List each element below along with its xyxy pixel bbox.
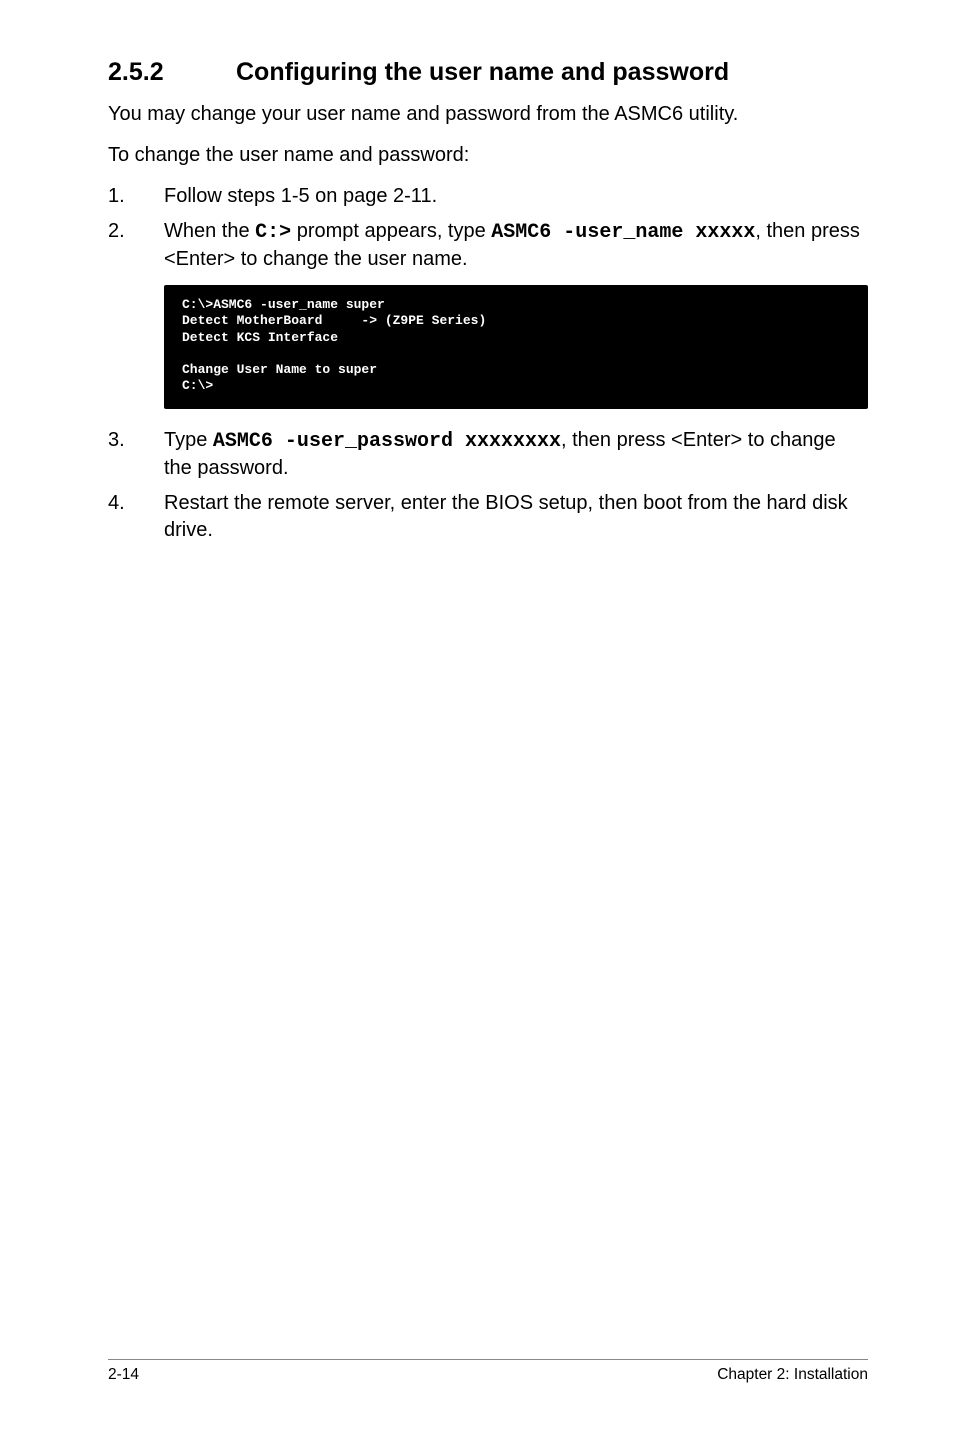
intro-paragraph-1: You may change your user name and passwo…: [108, 101, 868, 128]
step-number: 1.: [108, 183, 164, 210]
section-heading: 2.5.2Configuring the user name and passw…: [108, 58, 868, 87]
step-text-fragment: prompt appears, type: [291, 220, 491, 242]
step-3: 3. Type ASMC6 -user_password xxxxxxxx, t…: [108, 427, 868, 482]
steps-list: 1. Follow steps 1-5 on page 2-11. 2. Whe…: [108, 183, 868, 273]
inline-code: ASMC6 -user_name xxxxx: [491, 221, 755, 244]
step-text-fragment: Type: [164, 429, 213, 451]
inline-code: C:>: [255, 221, 291, 244]
page-number: 2-14: [108, 1366, 139, 1384]
step-number: 2.: [108, 218, 164, 273]
step-text: When the C:> prompt appears, type ASMC6 …: [164, 218, 868, 273]
page-content: 2.5.2Configuring the user name and passw…: [0, 0, 954, 544]
page-footer: 2-14 Chapter 2: Installation: [108, 1359, 868, 1384]
step-2: 2. When the C:> prompt appears, type ASM…: [108, 218, 868, 273]
inline-code: ASMC6 -user_password xxxxxxxx: [213, 430, 561, 453]
step-text: Follow steps 1-5 on page 2-11.: [164, 183, 868, 210]
intro-paragraph-2: To change the user name and password:: [108, 142, 868, 169]
terminal-output: C:\>ASMC6 -user_name super Detect Mother…: [164, 285, 868, 409]
step-4: 4. Restart the remote server, enter the …: [108, 490, 868, 544]
chapter-label: Chapter 2: Installation: [717, 1366, 868, 1384]
step-text: Restart the remote server, enter the BIO…: [164, 490, 868, 544]
step-1: 1. Follow steps 1-5 on page 2-11.: [108, 183, 868, 210]
step-number: 3.: [108, 427, 164, 482]
steps-list-continued: 3. Type ASMC6 -user_password xxxxxxxx, t…: [108, 427, 868, 544]
section-title: Configuring the user name and password: [236, 58, 729, 86]
step-text: Type ASMC6 -user_password xxxxxxxx, then…: [164, 427, 868, 482]
section-number: 2.5.2: [108, 58, 236, 87]
step-text-fragment: When the: [164, 220, 255, 242]
step-number: 4.: [108, 490, 164, 544]
